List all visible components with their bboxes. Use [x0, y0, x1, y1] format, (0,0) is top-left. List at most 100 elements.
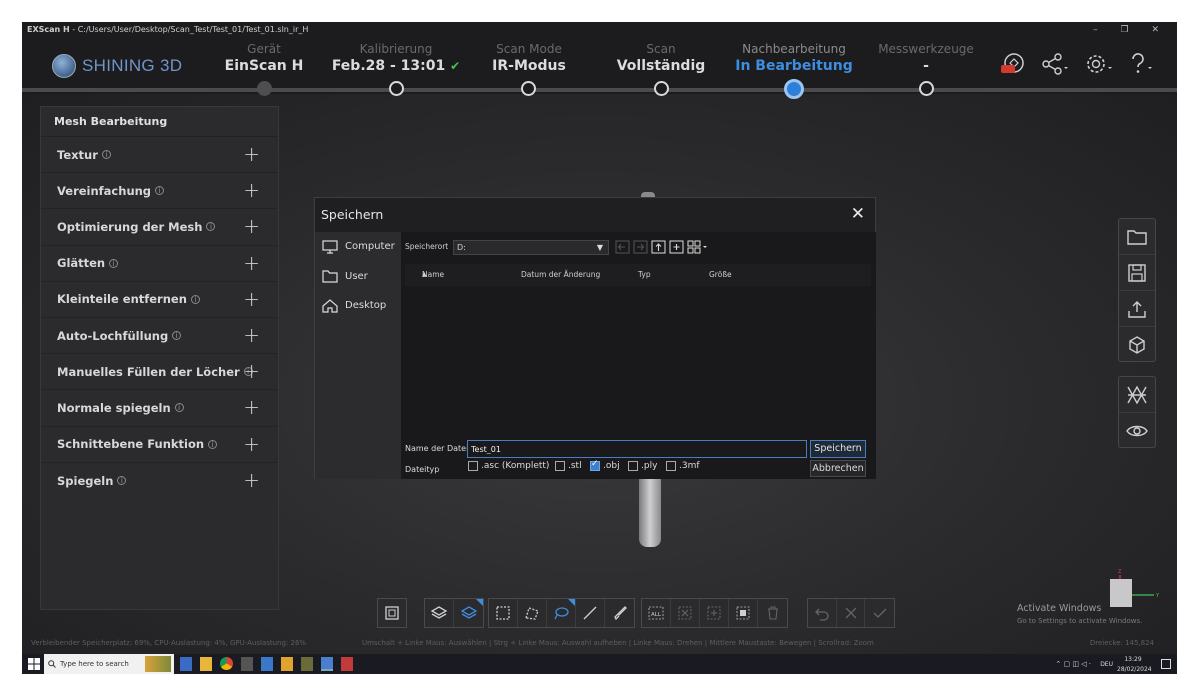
shield-icon[interactable] [281, 657, 293, 671]
back-icon[interactable] [615, 240, 630, 254]
step-node-current[interactable] [784, 79, 804, 99]
chrome-icon[interactable] [220, 657, 233, 670]
step-measure-tools[interactable]: Messwerkzeuge - [856, 42, 996, 75]
step-node[interactable] [654, 81, 669, 96]
info-icon[interactable]: i [101, 150, 111, 160]
place-computer[interactable]: Computer [315, 232, 401, 262]
info-icon[interactable]: i [172, 331, 182, 341]
file-list[interactable] [405, 288, 871, 434]
info-icon[interactable]: i [155, 186, 165, 196]
checkbox[interactable] [628, 461, 638, 471]
app-icon[interactable] [301, 657, 313, 671]
new-folder-icon[interactable] [669, 240, 684, 254]
visibility-button[interactable] [1119, 413, 1155, 449]
filetype-stl[interactable]: .stl [555, 461, 582, 471]
panel-item-remove-small-parts[interactable]: Kleinteile entfernen i + [41, 282, 278, 318]
layers-button[interactable] [425, 599, 454, 627]
language-indicator[interactable]: DEU [1100, 660, 1113, 670]
file-explorer-icon[interactable] [200, 657, 212, 671]
step-node[interactable] [389, 81, 404, 96]
close-icon[interactable]: ✕ [851, 204, 865, 224]
filetype-obj[interactable]: .obj [590, 459, 620, 471]
location-select[interactable]: D: ▼ [453, 240, 609, 255]
help-icon[interactable] [1126, 52, 1156, 81]
step-node[interactable] [521, 81, 536, 96]
fit-view-button[interactable] [378, 599, 406, 627]
brush-select-button[interactable] [605, 599, 634, 627]
panel-item-cut-plane[interactable]: Schnittebene Funktion i + [41, 427, 278, 463]
app-icon[interactable] [180, 657, 192, 671]
clock[interactable]: 13:29 28/02/2024 [1117, 655, 1152, 675]
window-controls[interactable]: – ❐ ✕ [1093, 22, 1169, 38]
info-icon[interactable]: i [206, 222, 216, 232]
panel-item-mirror[interactable]: Spiegeln i + [41, 463, 278, 499]
settings-icon[interactable] [1084, 52, 1114, 81]
filename-input[interactable] [467, 440, 807, 458]
place-desktop[interactable]: Desktop [315, 291, 401, 321]
model-button[interactable] [1119, 327, 1155, 363]
plus-icon[interactable]: + [243, 397, 260, 417]
connected-select-button[interactable] [729, 599, 758, 627]
panel-item-texture[interactable]: Textur i + [41, 137, 278, 174]
step-scan-mode[interactable]: Scan Mode IR-Modus [459, 42, 599, 75]
column-size[interactable]: Größe [709, 264, 732, 286]
app-icon[interactable] [261, 657, 273, 671]
column-type[interactable]: Typ [638, 264, 651, 286]
plus-icon[interactable]: + [243, 470, 260, 490]
panel-item-manual-hole-fill[interactable]: Manuelles Füllen der Löcher i + [41, 354, 278, 391]
filetype-ply[interactable]: .ply [628, 461, 657, 471]
alignment-button[interactable] [1119, 377, 1155, 413]
step-node[interactable] [919, 81, 934, 96]
rect-select-button[interactable] [489, 599, 518, 627]
step-node[interactable] [257, 81, 272, 96]
checkbox-checked[interactable] [590, 459, 600, 471]
apply-button[interactable] [865, 599, 894, 627]
invert-select-button[interactable] [700, 599, 729, 627]
cancel-button[interactable]: Abbrechen [810, 460, 866, 477]
share-icon[interactable] [1040, 52, 1070, 81]
filetype-3mf[interactable]: .3mf [666, 461, 700, 471]
panel-item-flip-normals[interactable]: Normale spiegeln i + [41, 390, 278, 427]
step-calibration[interactable]: Kalibrierung Feb.28 - 13:01 ✔ [326, 42, 466, 75]
app-icon[interactable] [341, 657, 353, 671]
info-icon[interactable]: i [117, 476, 127, 486]
undo-button[interactable] [808, 599, 837, 627]
panel-item-smooth[interactable]: Glätten i + [41, 246, 278, 282]
place-user[interactable]: User [315, 262, 401, 292]
checkbox[interactable] [555, 461, 565, 471]
plus-icon[interactable]: + [243, 434, 260, 454]
step-device[interactable]: Gerät EinScan H [194, 42, 334, 75]
info-icon[interactable]: i [190, 294, 200, 304]
select-all-button[interactable]: ALL [642, 599, 671, 627]
polygon-select-button[interactable] [518, 599, 547, 627]
info-icon[interactable]: i [109, 258, 119, 268]
taskbar-search[interactable]: Type here to search [44, 654, 174, 674]
plus-icon[interactable]: + [243, 361, 260, 381]
view-grid-icon[interactable] [687, 240, 709, 254]
plus-icon[interactable]: + [243, 325, 260, 345]
filetype-asc[interactable]: .asc (Komplett) [468, 461, 549, 471]
layers-selected-button[interactable] [454, 599, 483, 627]
plus-icon[interactable]: + [243, 180, 260, 200]
step-scan[interactable]: Scan Vollständig [591, 42, 731, 75]
deselect-button[interactable] [671, 599, 700, 627]
plus-icon[interactable]: + [243, 289, 260, 309]
exscan-icon[interactable] [321, 657, 333, 671]
lasso-select-button[interactable] [547, 599, 576, 627]
panel-item-optimize-mesh[interactable]: Optimierung der Mesh i + [41, 209, 278, 246]
save-button[interactable] [1119, 255, 1155, 291]
notification-icon[interactable] [1161, 659, 1171, 669]
forward-icon[interactable] [633, 240, 648, 254]
line-select-button[interactable] [576, 599, 605, 627]
delete-button[interactable] [758, 599, 787, 627]
info-icon[interactable]: i [208, 439, 218, 449]
windows-start-icon[interactable] [28, 658, 40, 670]
panel-item-simplify[interactable]: Vereinfachung i + [41, 173, 278, 210]
step-postprocessing[interactable]: Nachbearbeitung In Bearbeitung [724, 42, 864, 75]
tray-icons[interactable]: ⌃ ▢ ◫ ◁ · [1055, 659, 1091, 669]
plus-icon[interactable]: + [243, 216, 260, 236]
panel-item-auto-hole-fill[interactable]: Auto-Lochfüllung i + [41, 318, 278, 355]
checkbox[interactable] [468, 461, 478, 471]
new-icon[interactable] [1000, 52, 1026, 81]
plus-icon[interactable]: + [243, 144, 260, 164]
